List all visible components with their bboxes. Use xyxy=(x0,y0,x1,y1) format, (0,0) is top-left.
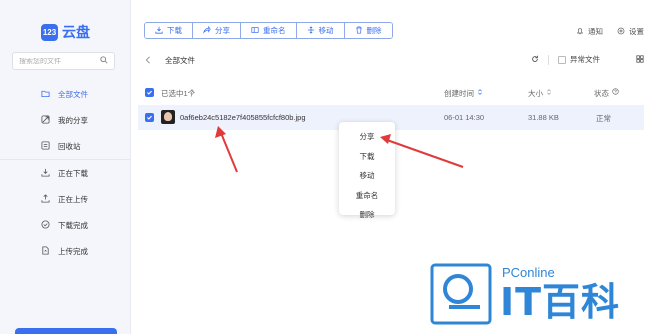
sort-icon xyxy=(477,88,483,99)
sidebar-item-all-files[interactable]: 全部文件 xyxy=(0,81,131,107)
sidebar-nav-transfers: 正在下载 正在上传 下载完成 上传完成 xyxy=(0,160,131,264)
settings-button[interactable]: 设置 xyxy=(617,26,644,37)
share-label: 分享 xyxy=(215,26,230,35)
context-menu-share[interactable]: 分享 xyxy=(339,127,395,147)
search-icon[interactable] xyxy=(100,56,108,66)
column-status[interactable]: 状态 xyxy=(594,88,619,99)
gear-icon xyxy=(617,27,625,37)
select-all-checkbox[interactable] xyxy=(145,88,154,97)
watermark-pconline: PConline xyxy=(502,265,555,280)
sidebar-item-recycle-bin[interactable]: 回收站 xyxy=(0,133,131,159)
column-size[interactable]: 大小 xyxy=(528,88,552,99)
rename-icon xyxy=(251,26,259,36)
delete-button[interactable]: 删除 xyxy=(344,23,392,38)
sidebar-item-label: 我的分享 xyxy=(58,115,88,125)
folder-icon xyxy=(41,89,50,100)
download-label: 下载 xyxy=(167,26,182,35)
sidebar-item-label: 下载完成 xyxy=(58,220,88,230)
sidebar-item-uploading[interactable]: 正在上传 xyxy=(0,186,131,212)
notification-button[interactable]: 通知 xyxy=(576,26,603,37)
header-actions: 通知 设置 xyxy=(576,26,644,37)
context-menu-rename[interactable]: 重命名 xyxy=(339,186,395,206)
trash-icon xyxy=(355,25,363,36)
column-status-label: 状态 xyxy=(594,89,609,98)
column-created[interactable]: 创建时间 xyxy=(444,88,483,99)
download-button[interactable]: 下载 xyxy=(145,23,193,38)
context-menu-move[interactable]: 移动 xyxy=(339,166,395,186)
download-icon xyxy=(41,168,50,179)
sidebar-item-my-shares[interactable]: 我的分享 xyxy=(0,107,131,133)
sidebar-item-downloading[interactable]: 正在下载 xyxy=(0,160,131,186)
share-icon xyxy=(203,25,211,36)
sidebar-item-label: 全部文件 xyxy=(58,89,88,99)
search-input[interactable] xyxy=(19,57,99,65)
file-name[interactable]: 0af6eb24c5182e7f405855fcfcf80b.jpg xyxy=(180,113,306,122)
trash-icon xyxy=(41,141,50,152)
file-size: 31.88 KB xyxy=(528,113,559,122)
sidebar-item-upload-complete[interactable]: 上传完成 xyxy=(0,238,131,264)
context-menu: 分享 下载 移动 重命名 删除 xyxy=(339,122,395,219)
abnormal-files-filter[interactable]: 异常文件 xyxy=(558,54,600,65)
context-menu-delete[interactable]: 删除 xyxy=(339,205,395,225)
sidebar-item-label: 正在上传 xyxy=(58,194,88,204)
table-header: 已选中1个 创建时间 大小 状态 xyxy=(138,85,644,101)
search-box[interactable] xyxy=(12,52,115,70)
abnormal-files-checkbox[interactable] xyxy=(558,55,566,64)
rename-button[interactable]: 重命名 xyxy=(241,23,297,38)
app-logo[interactable]: 123 云盘 xyxy=(41,22,90,42)
divider xyxy=(548,54,549,65)
breadcrumb-current[interactable]: 全部文件 xyxy=(165,55,195,66)
row-checkbox[interactable] xyxy=(145,113,154,122)
share-icon xyxy=(41,115,50,126)
sidebar-nav-main: 全部文件 我的分享 回收站 xyxy=(0,81,131,159)
settings-label: 设置 xyxy=(629,27,644,36)
bell-icon xyxy=(576,27,584,37)
watermark-it-baike: IT百科 xyxy=(500,280,621,324)
file-toolbar: 下载 分享 重命名 移动 删除 xyxy=(144,22,393,39)
list-tools: 异常文件 xyxy=(531,54,644,65)
abnormal-files-label: 异常文件 xyxy=(570,55,600,64)
sidebar-bottom-button[interactable] xyxy=(15,328,117,334)
sidebar-item-download-complete[interactable]: 下载完成 xyxy=(0,212,131,238)
download-icon xyxy=(155,26,163,36)
sidebar: 123 云盘 全部文件 我的分享 回收站 正在下载 正在上传 xyxy=(0,0,131,334)
column-size-label: 大小 xyxy=(528,89,543,98)
arrow-to-file xyxy=(215,126,238,173)
move-icon xyxy=(307,26,315,36)
rename-label: 重命名 xyxy=(263,26,286,35)
logo-mark: 123 xyxy=(41,23,58,41)
delete-label: 删除 xyxy=(366,26,382,35)
file-icon xyxy=(41,246,50,257)
back-icon[interactable] xyxy=(145,55,151,66)
notification-label: 通知 xyxy=(588,27,603,36)
sidebar-item-label: 上传完成 xyxy=(58,246,88,256)
watermark-logo-icon xyxy=(430,263,492,325)
refresh-icon[interactable] xyxy=(531,55,539,65)
move-button[interactable]: 移动 xyxy=(296,23,345,38)
sort-icon xyxy=(546,88,552,99)
share-button[interactable]: 分享 xyxy=(193,23,241,38)
sort-icon[interactable] xyxy=(189,88,195,98)
context-menu-download[interactable]: 下载 xyxy=(339,147,395,167)
image-thumbnail xyxy=(161,110,175,124)
logo-text: 云盘 xyxy=(62,24,90,40)
breadcrumb: 全部文件 xyxy=(145,55,195,66)
upload-icon xyxy=(41,194,50,205)
grid-view-icon[interactable] xyxy=(636,54,644,65)
file-status: 正常 xyxy=(596,114,611,123)
move-label: 移动 xyxy=(318,26,334,35)
check-circle-icon xyxy=(41,220,50,231)
file-created: 06-01 14:30 xyxy=(444,113,485,122)
sidebar-item-label: 回收站 xyxy=(58,141,81,151)
column-created-label: 创建时间 xyxy=(444,89,474,98)
help-icon[interactable] xyxy=(612,88,619,99)
sidebar-item-label: 正在下载 xyxy=(58,168,88,178)
